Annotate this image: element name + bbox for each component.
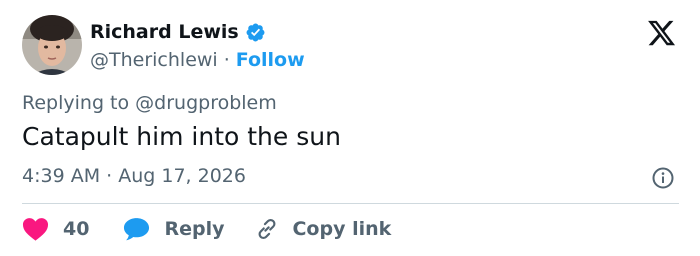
heart-icon	[22, 218, 49, 241]
x-logo-icon[interactable]	[646, 18, 677, 48]
follow-button[interactable]: Follow	[236, 49, 305, 71]
copy-link-label: Copy link	[292, 218, 392, 240]
author-handle[interactable]: @Therichlewi	[90, 49, 218, 71]
info-icon[interactable]	[651, 166, 675, 190]
reply-button[interactable]: Reply	[123, 217, 224, 241]
separator: ·	[223, 49, 230, 71]
reply-label: Reply	[164, 218, 225, 240]
author-display-name[interactable]: Richard Lewis	[90, 21, 239, 43]
author-name-row: Richard Lewis	[90, 19, 266, 45]
like-count: 40	[63, 218, 90, 240]
tweet-timestamp[interactable]: 4:39 AM · Aug 17, 2026	[22, 165, 246, 187]
replying-to-text[interactable]: Replying to @drugproblem	[22, 92, 277, 114]
link-icon	[259, 218, 276, 240]
avatar-image	[22, 15, 82, 75]
tweet-text: Catapult him into the sun	[22, 122, 341, 151]
speech-bubble-icon	[124, 218, 150, 241]
author-handle-row: @Therichlewi · Follow	[90, 47, 305, 73]
like-button[interactable]: 40	[22, 217, 89, 241]
divider	[22, 203, 679, 204]
action-bar: 40 Reply Copy link	[22, 215, 391, 243]
copy-link-button[interactable]: Copy link	[254, 216, 391, 242]
tweet-embed-card: Richard Lewis @Therichlewi · Follow Repl…	[0, 0, 700, 256]
verified-badge-icon	[246, 23, 265, 41]
avatar[interactable]	[22, 15, 82, 75]
